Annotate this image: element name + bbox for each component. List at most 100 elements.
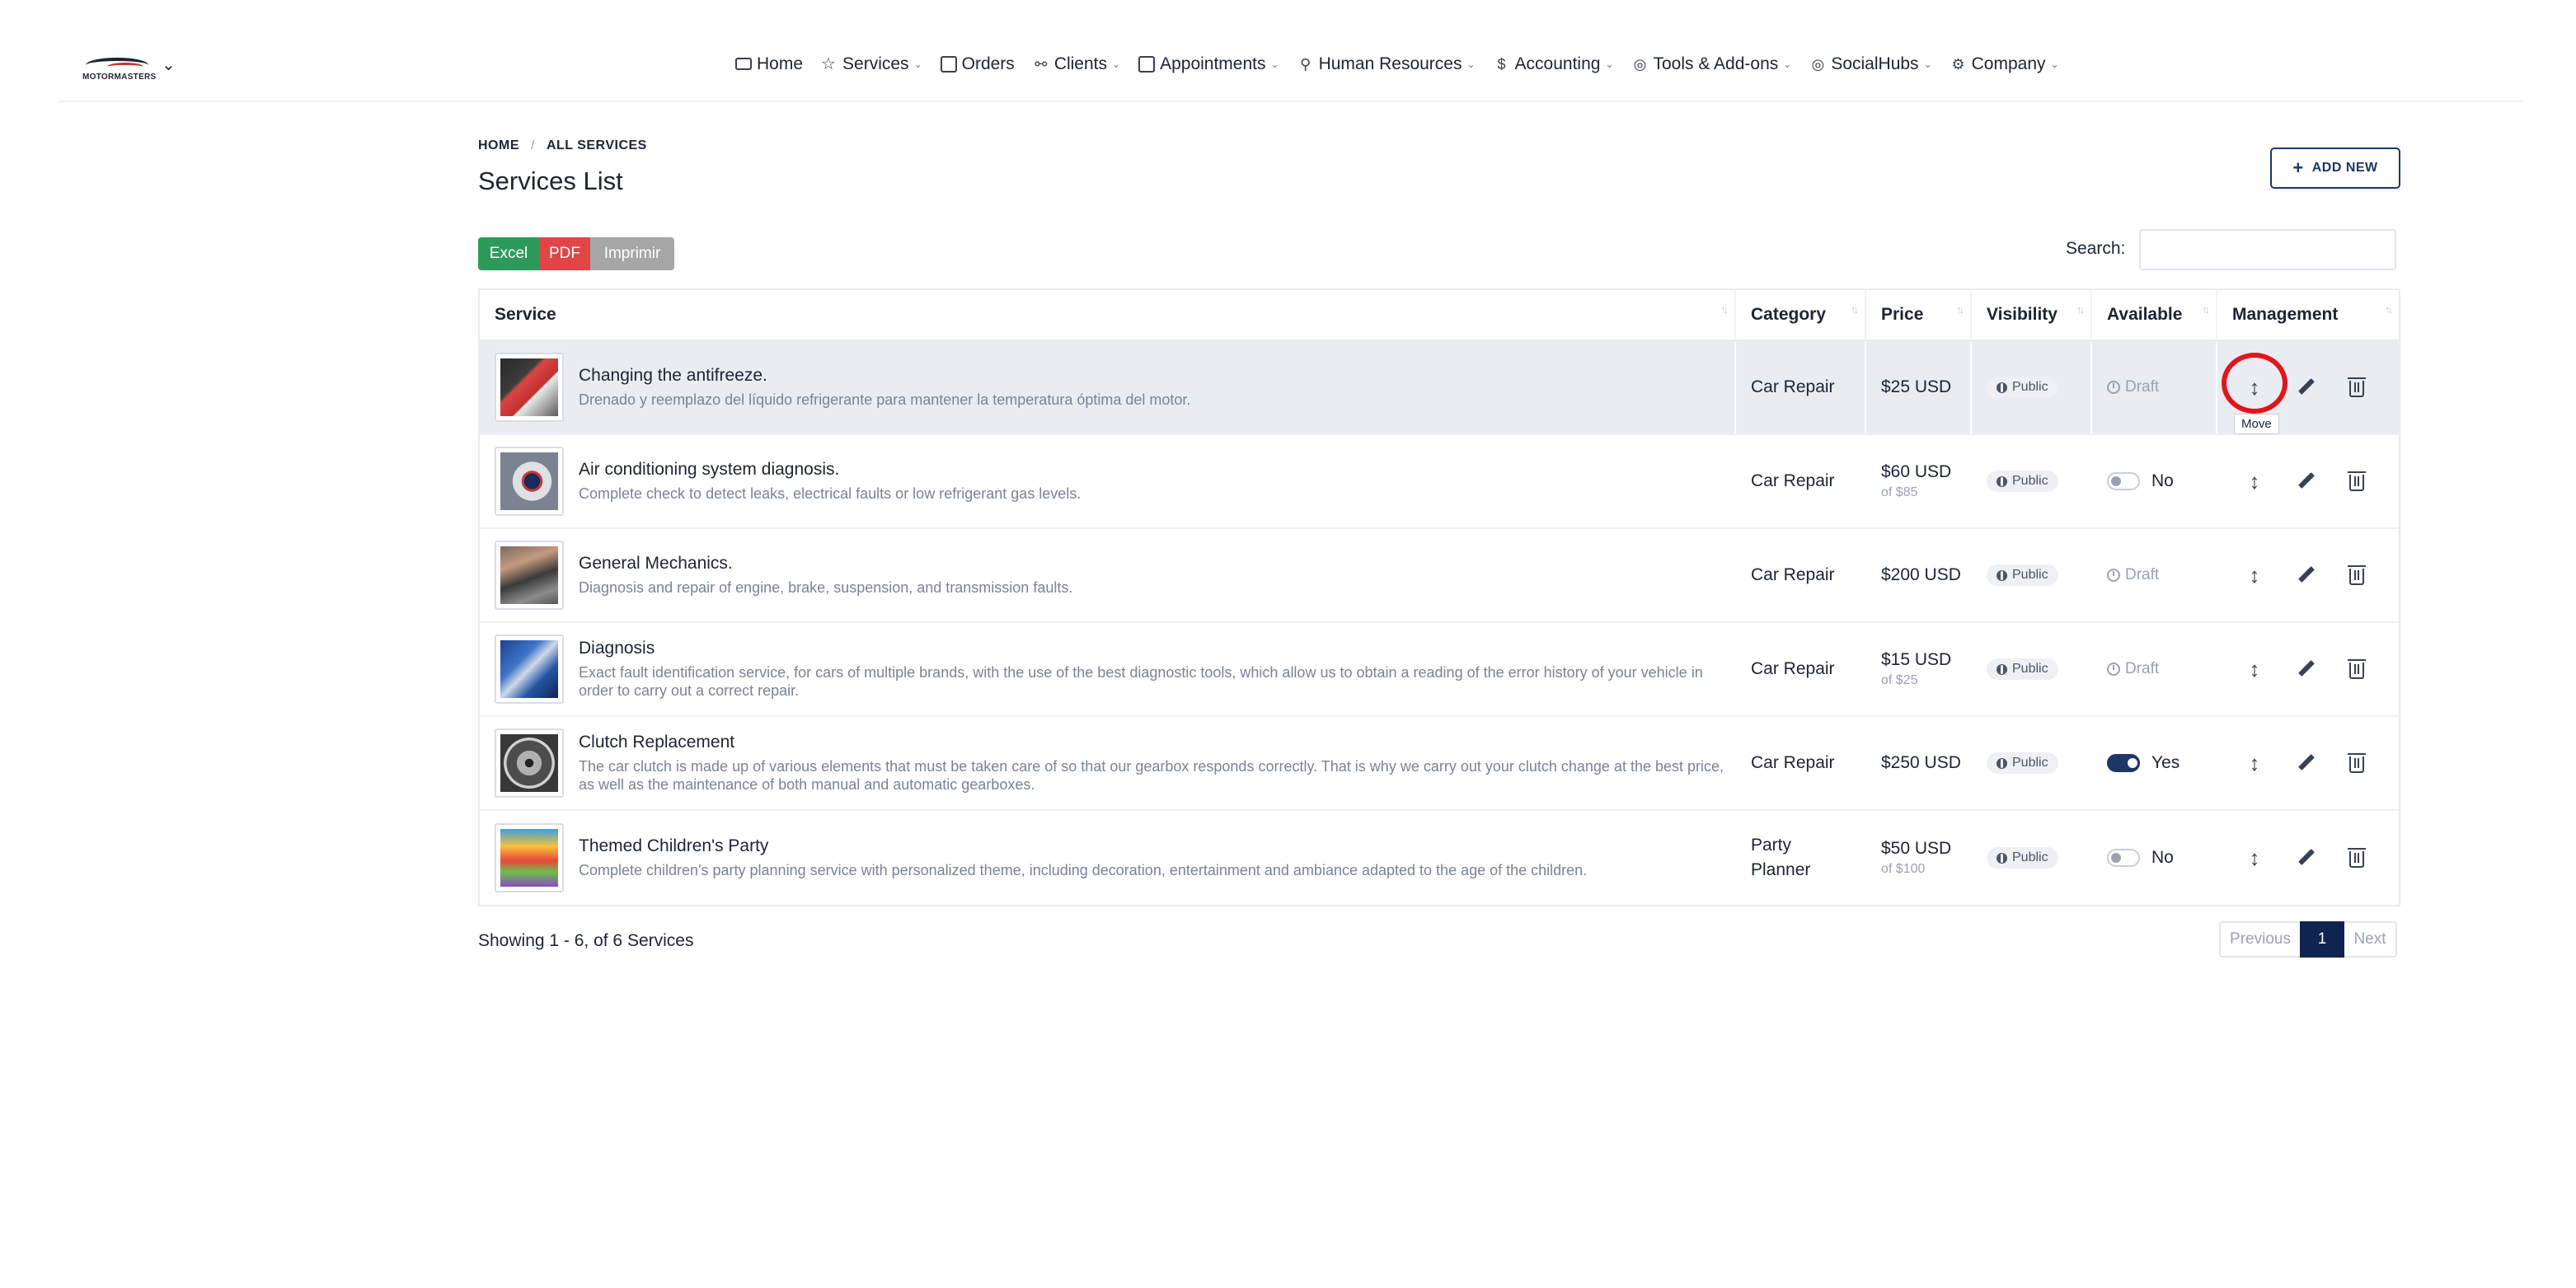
move-vertical-icon: ↕ xyxy=(2249,656,2260,681)
column-header-price[interactable]: Price ↑↓ xyxy=(1866,290,1972,340)
visibility-label: Public xyxy=(2012,756,2048,770)
delete-button[interactable] xyxy=(2331,744,2382,782)
available-cell: Draft xyxy=(2092,529,2217,621)
edit-button[interactable] xyxy=(2280,650,2331,688)
trash-icon xyxy=(2348,848,2366,868)
previous-page-button[interactable]: Previous xyxy=(2219,921,2300,958)
breadcrumb: HOME / ALL SERVICES xyxy=(478,138,647,153)
service-cell: Air conditioning system diagnosis. Compl… xyxy=(480,435,1736,527)
column-header-available[interactable]: Available ↑↓ xyxy=(2092,290,2217,340)
column-header-service[interactable]: Service ↑↓ xyxy=(480,290,1736,340)
service-title[interactable]: Diagnosis xyxy=(579,639,1734,658)
management-cell: ↕ xyxy=(2217,623,2399,715)
service-description: Diagnosis and repair of engine, brake, s… xyxy=(579,579,1073,596)
available-toggle[interactable] xyxy=(2107,754,2140,772)
move-button[interactable]: ↕ xyxy=(2229,462,2280,500)
price-value: $50 USD xyxy=(1881,839,1952,858)
pencil-icon xyxy=(2297,379,2314,396)
top-navbar: MOTORMASTERS ⌄ Home ☆ Services ⌄ Orders … xyxy=(58,0,2522,102)
delete-button[interactable] xyxy=(2331,650,2382,688)
export-excel-button[interactable]: Excel xyxy=(478,237,539,270)
service-description: The car clutch is made up of various ele… xyxy=(579,758,1724,793)
nav-company-label: Company xyxy=(1971,54,2046,73)
visibility-label: Public xyxy=(2012,474,2048,488)
globe-icon xyxy=(1997,757,2007,769)
nav-clients[interactable]: ⚯ Clients ⌄ xyxy=(1033,54,1120,74)
chevron-down-icon: ⌄ xyxy=(1112,59,1121,70)
nav-appointments[interactable]: Appointments ⌄ xyxy=(1138,54,1279,74)
logo-text: MOTORMASTERS xyxy=(82,73,157,82)
delete-button[interactable] xyxy=(2331,556,2382,594)
nav-tools-addons[interactable]: ◎ Tools & Add-ons ⌄ xyxy=(1632,54,1792,74)
delete-button[interactable] xyxy=(2331,368,2382,406)
price-cell: $15 USD of $25 xyxy=(1866,623,1972,715)
nav-company[interactable]: ⚙ Company ⌄ xyxy=(1950,54,2059,74)
breadcrumb-home[interactable]: HOME xyxy=(478,138,519,153)
move-button[interactable]: ↕ xyxy=(2229,650,2280,688)
nav-socialhubs[interactable]: ◎ SocialHubs ⌄ xyxy=(1809,54,1931,74)
edit-button[interactable] xyxy=(2280,368,2331,406)
delete-button[interactable] xyxy=(2331,462,2382,500)
page-button-current[interactable]: 1 xyxy=(2300,921,2344,958)
service-cell: Diagnosis Exact fault identification ser… xyxy=(480,623,1736,715)
edit-button[interactable] xyxy=(2280,839,2331,877)
column-header-category[interactable]: Category ↑↓ xyxy=(1736,290,1866,340)
service-title[interactable]: Themed Children's Party xyxy=(579,836,1587,856)
export-pdf-button[interactable]: PDF xyxy=(539,237,590,270)
sort-icon: ↑↓ xyxy=(1956,303,1964,316)
chevron-down-icon[interactable]: ⌄ xyxy=(162,54,176,75)
service-cell: General Mechanics. Diagnosis and repair … xyxy=(480,529,1736,621)
edit-button[interactable] xyxy=(2280,462,2331,500)
pencil-icon xyxy=(2297,567,2314,583)
edit-button[interactable] xyxy=(2280,556,2331,594)
add-new-label: ADD NEW xyxy=(2311,161,2378,175)
chevron-down-icon: ⌄ xyxy=(1605,59,1614,70)
nav-human-resources-label: Human Resources xyxy=(1318,54,1462,73)
move-button[interactable]: ↕ xyxy=(2229,744,2280,782)
available-toggle[interactable] xyxy=(2107,849,2140,867)
globe-icon xyxy=(1997,852,2007,864)
nav-accounting-label: Accounting xyxy=(1514,54,1601,73)
service-description: Complete children's party planning servi… xyxy=(579,862,1588,878)
column-header-label: Management xyxy=(2232,305,2339,324)
visibility-cell: Public xyxy=(1972,435,2092,527)
brand-logo[interactable]: MOTORMASTERS xyxy=(82,51,156,84)
next-page-button[interactable]: Next xyxy=(2344,921,2397,958)
service-title[interactable]: Air conditioning system diagnosis. xyxy=(579,460,1081,480)
service-title[interactable]: Changing the antifreeze. xyxy=(579,366,1190,386)
category-cell: Car Repair xyxy=(1736,435,1866,527)
draft-status: Draft xyxy=(2107,660,2159,678)
nav-accounting[interactable]: $ Accounting ⌄ xyxy=(1494,54,1614,74)
page-title: Services List xyxy=(478,166,623,195)
pencil-icon xyxy=(2297,850,2314,866)
service-title[interactable]: Clutch Replacement xyxy=(579,733,1734,752)
nav-orders[interactable]: Orders xyxy=(940,54,1015,74)
delete-button[interactable] xyxy=(2331,839,2382,877)
main-nav: Home ☆ Services ⌄ Orders ⚯ Clients ⌄ App… xyxy=(735,51,2077,77)
clock-icon xyxy=(2107,569,2120,582)
add-new-button[interactable]: + ADD NEW xyxy=(2270,148,2400,189)
nav-home[interactable]: Home xyxy=(735,54,803,74)
column-header-management[interactable]: Management ↑↓ xyxy=(2217,290,2399,340)
available-cell: No xyxy=(2092,811,2217,905)
service-thumbnail xyxy=(495,823,564,892)
print-button[interactable]: Imprimir xyxy=(590,237,674,270)
column-header-visibility[interactable]: Visibility ↑↓ xyxy=(1972,290,2092,340)
sort-icon: ↑↓ xyxy=(1720,303,1729,316)
nav-human-resources[interactable]: ⚲ Human Resources ⌄ xyxy=(1297,54,1476,74)
sort-icon: ↑↓ xyxy=(1851,303,1859,316)
nav-services[interactable]: ☆ Services ⌄ xyxy=(821,54,922,74)
visibility-cell: Public xyxy=(1972,623,2092,715)
available-toggle[interactable] xyxy=(2107,472,2140,490)
edit-button[interactable] xyxy=(2280,744,2331,782)
clipboard-icon xyxy=(940,56,957,73)
gear-icon: ⚙ xyxy=(1951,56,1965,73)
service-title[interactable]: General Mechanics. xyxy=(579,554,1072,574)
move-button[interactable]: ↕ xyxy=(2229,839,2280,877)
search-input[interactable] xyxy=(2139,229,2396,270)
move-button[interactable]: ↕ xyxy=(2229,556,2280,594)
service-description: Exact fault identification service, for … xyxy=(579,664,1703,699)
user-plus-icon: ⚲ xyxy=(1299,56,1311,73)
visibility-cell: Public xyxy=(1972,811,2092,905)
category-cell: Car Repair xyxy=(1736,623,1866,715)
